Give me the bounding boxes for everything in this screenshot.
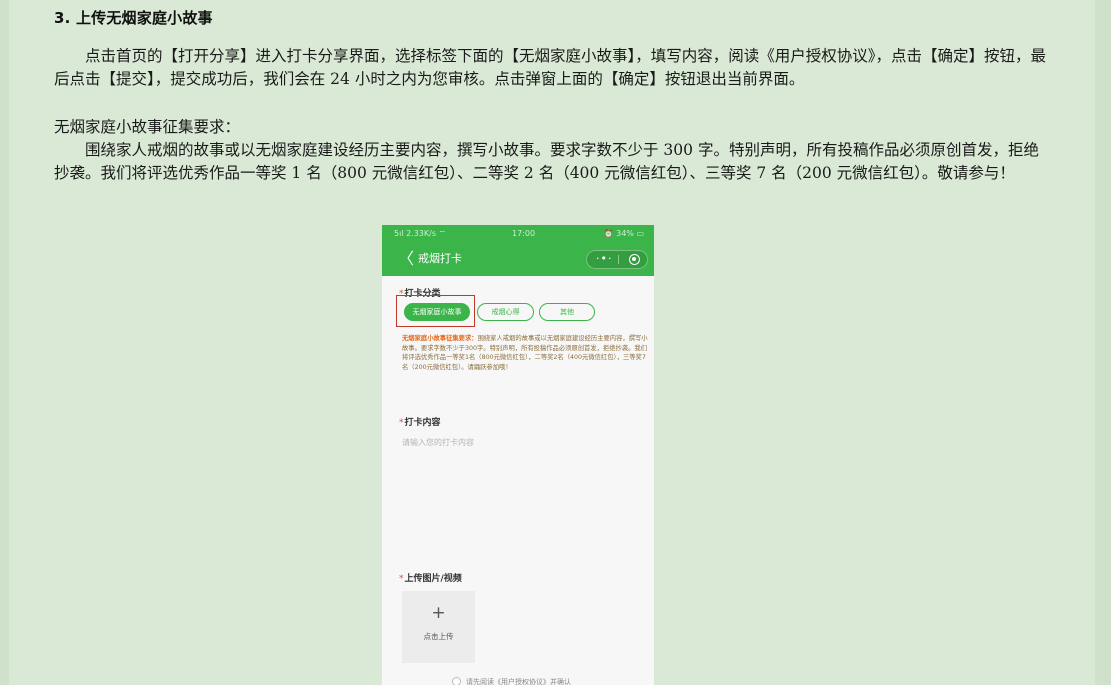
required-mark: * xyxy=(399,418,404,428)
section-heading: 3. 上传无烟家庭小故事 xyxy=(54,9,213,27)
back-arrow-icon[interactable]: 〈 xyxy=(398,249,414,269)
agreement-text[interactable]: 请先阅读《用户授权协议》并确认 xyxy=(466,677,571,685)
nav-title: 戒烟打卡 xyxy=(418,252,462,265)
capsule-divider xyxy=(618,255,619,264)
upload-button[interactable]: + 点击上传 xyxy=(402,591,475,663)
nav-bar: 〈 戒烟打卡 ·•· xyxy=(382,247,654,273)
agreement-radio[interactable] xyxy=(452,677,461,685)
battery-status: ⏰ 34% ▭ xyxy=(603,229,644,238)
more-dots-icon[interactable]: ·•· xyxy=(596,252,612,266)
document-page: 3. 上传无烟家庭小故事 点击首页的【打开分享】进入打卡分享界面，选择标签下面的… xyxy=(9,0,1095,685)
story-requirements: 无烟家庭小故事征集要求：围绕家人戒烟的故事或以无烟家庭建设经历主要内容，撰写小故… xyxy=(402,334,648,372)
required-mark: * xyxy=(399,574,404,584)
close-target-icon[interactable] xyxy=(629,254,640,265)
upload-label: *上传图片/视频 xyxy=(399,571,462,584)
mini-program-capsule: ·•· xyxy=(586,250,648,269)
upload-label-text: 上传图片/视频 xyxy=(404,574,462,584)
upload-button-label: 点击上传 xyxy=(423,632,454,641)
status-bar: 5ıl 2.33K/s ⌔ 17:00 ⏰ 34% ▭ xyxy=(382,229,654,241)
highlight-box xyxy=(396,295,475,327)
requirements-paragraph: 围绕家人戒烟的故事或以无烟家庭建设经历主要内容，撰写小故事。要求字数不少于 30… xyxy=(54,141,1039,182)
requirements-title: 无烟家庭小故事征集要求： xyxy=(54,118,241,136)
content-label: *打卡内容 xyxy=(399,415,441,428)
content-label-text: 打卡内容 xyxy=(404,418,441,428)
network-status: 5ıl 2.33K/s ⌔ xyxy=(394,229,447,238)
instructions-paragraph: 点击首页的【打开分享】进入打卡分享界面，选择标签下面的【无烟家庭小故事】，填写内… xyxy=(54,47,1047,88)
plus-icon: + xyxy=(431,603,446,623)
tab-other[interactable]: 其他 xyxy=(539,303,595,321)
tab-quit-smoking-experience[interactable]: 戒烟心得 xyxy=(477,303,534,321)
story-requirements-title: 无烟家庭小故事征集要求： xyxy=(402,335,478,342)
phone-screenshot: 5ıl 2.33K/s ⌔ 17:00 ⏰ 34% ▭ 〈 戒烟打卡 ·•· *… xyxy=(382,225,654,685)
status-time: 17:00 xyxy=(512,229,536,238)
app-header: 5ıl 2.33K/s ⌔ 17:00 ⏰ 34% ▭ 〈 戒烟打卡 ·•· xyxy=(382,225,654,276)
content-input[interactable]: 请输入您的打卡内容 xyxy=(402,437,474,448)
